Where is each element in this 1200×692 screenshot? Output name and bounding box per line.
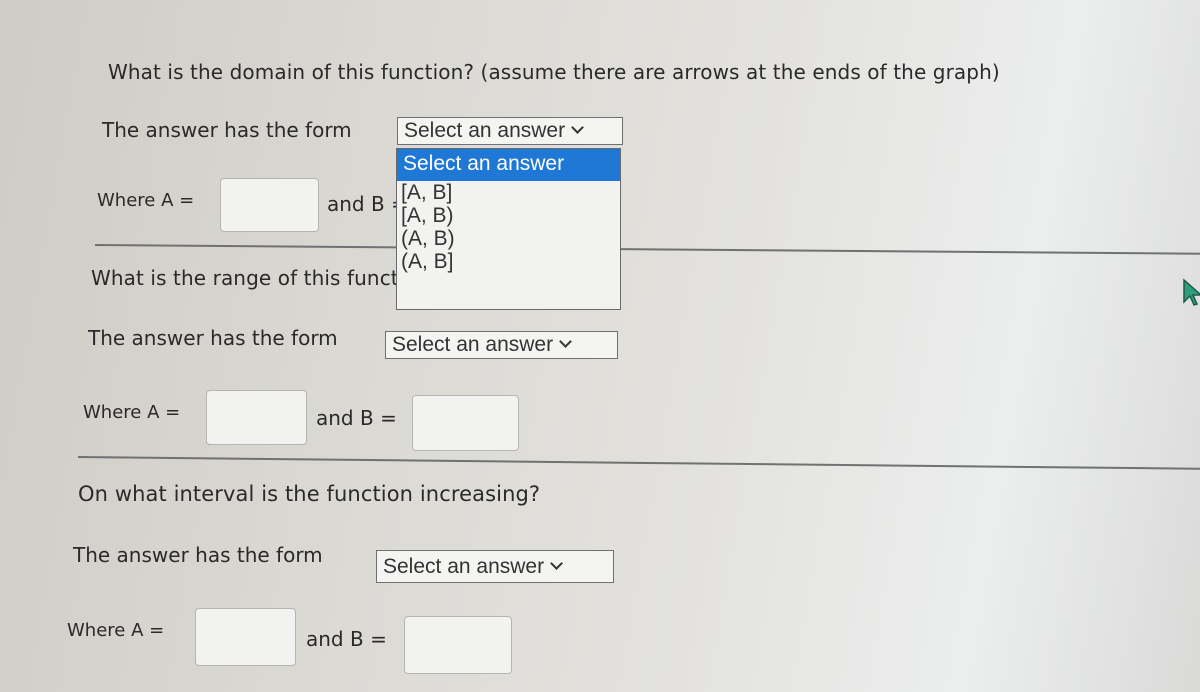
range-form-label: The answer has the form [88, 326, 338, 350]
domain-question: What is the domain of this function? (as… [108, 60, 1000, 84]
increasing-b-input[interactable] [404, 616, 512, 674]
increasing-question: On what interval is the function increas… [78, 482, 541, 506]
dropdown-option-open-closed[interactable]: (A, B] [397, 250, 620, 273]
domain-form-dropdown-list[interactable]: Select an answer [A, B] [A, B) (A, B) (A… [396, 148, 621, 310]
increasing-where-a-label: Where A = [67, 620, 165, 641]
increasing-a-input[interactable] [195, 608, 296, 666]
domain-form-label: The answer has the form [102, 118, 352, 142]
dropdown-option-select-an-answer[interactable]: Select an answer [397, 149, 620, 181]
chevron-down-icon [571, 121, 584, 134]
increasing-form-label: The answer has the form [73, 543, 323, 567]
dropdown-option-open-open[interactable]: (A, B) [397, 227, 620, 250]
range-a-input[interactable] [206, 390, 307, 445]
domain-form-select-value: Select an answer [404, 119, 566, 142]
dropdown-option-closed-open[interactable]: [A, B) [397, 204, 620, 227]
increasing-and-b-label: and B = [306, 627, 387, 651]
range-and-b-label: and B = [316, 406, 397, 430]
domain-where-a-label: Where A = [97, 190, 195, 211]
domain-form-select[interactable]: Select an answer [397, 117, 623, 145]
range-b-input[interactable] [412, 395, 519, 451]
divider [77, 456, 1200, 470]
range-form-select-value: Select an answer [392, 333, 554, 356]
mouse-pointer-icon [1182, 278, 1200, 312]
increasing-form-select-value: Select an answer [383, 555, 545, 578]
range-form-select[interactable]: Select an answer [385, 331, 618, 359]
chevron-down-icon [559, 335, 572, 348]
dropdown-option-closed-closed[interactable]: [A, B] [397, 181, 620, 204]
increasing-form-select[interactable]: Select an answer [376, 550, 614, 583]
divider [94, 244, 1200, 255]
range-where-a-label: Where A = [83, 402, 181, 423]
domain-a-input[interactable] [220, 178, 319, 232]
chevron-down-icon [550, 557, 563, 570]
range-question: What is the range of this function? [91, 266, 441, 290]
